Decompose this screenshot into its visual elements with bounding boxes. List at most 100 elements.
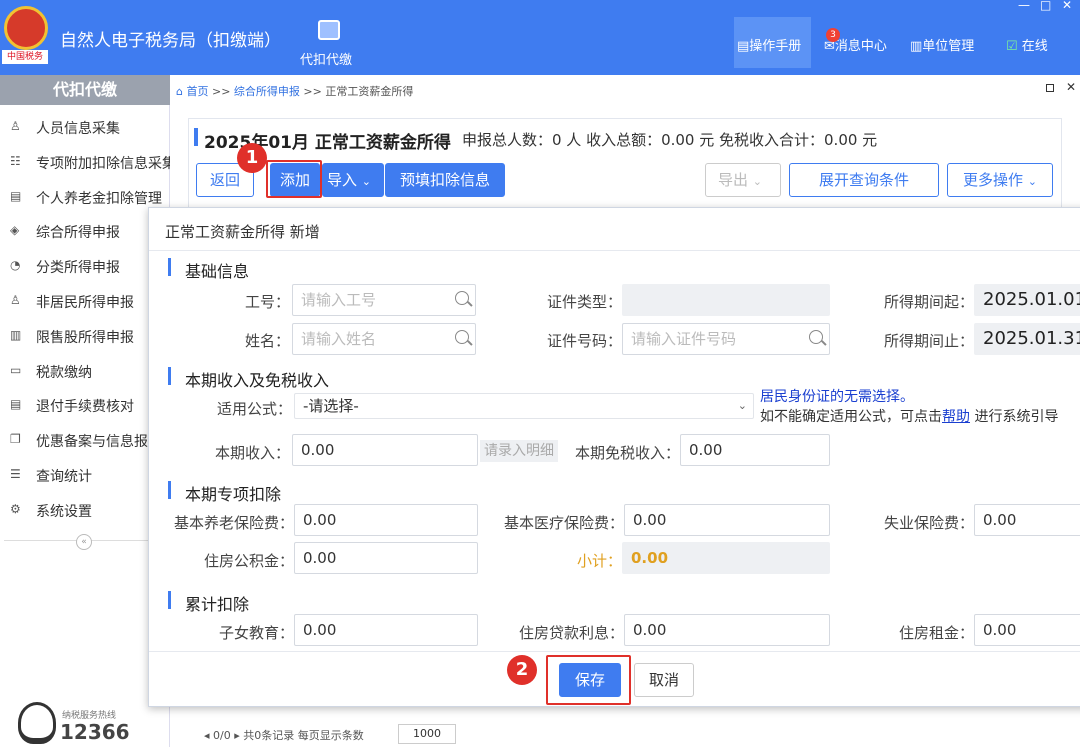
period-start-field: 2025.01.01 [974,284,1080,316]
pension-label: 基本养老保险费： [173,514,294,532]
sidebar-item[interactable]: ▥ 限售股所得申报 [0,319,170,353]
housing-fund-input[interactable]: 0.00 [294,542,478,574]
rent-input[interactable]: 0.00 [974,614,1080,646]
close-button[interactable]: ✕ [1062,0,1072,12]
rent-label: 住房租金： [898,624,974,642]
sidebar-item[interactable]: ◈ 综合所得申报 [0,214,170,248]
breadcrumb-home[interactable]: 首页 [186,85,208,98]
refund-icon: ▤ [10,397,22,412]
sidebar-item[interactable]: ▤ 退付手续费核对 [0,388,170,422]
pie-icon: ◔ [10,258,21,273]
sidebar-item-label: 查询统计 [36,469,92,485]
taxfree-input[interactable]: 0.00 [680,434,830,466]
sidebar-item-label: 非居民所得申报 [36,295,134,311]
sidebar-item[interactable]: ❐ 优惠备案与信息报告 [0,423,170,457]
hotline-number: 12366 [60,720,130,744]
unemployment-label: 失业保险费： [883,514,974,532]
sidebar-item[interactable]: ♙ 非居民所得申报 [0,284,170,318]
enter-detail-button[interactable]: 请录入明细 [480,440,558,462]
pension-input[interactable]: 0.00 [294,504,478,536]
sidebar-item[interactable]: ◔ 分类所得申报 [0,249,170,283]
add-highlight-box [266,160,322,198]
search-icon[interactable] [809,330,823,344]
sidebar-item-label: 退付手续费核对 [36,399,134,416]
unit-management-button[interactable]: ▥单位管理 [910,35,974,54]
period-end-field: 2025.01.31 [974,323,1080,355]
cancel-button[interactable]: 取消 [634,663,694,697]
tax-emblem-logo [4,6,48,50]
home-icon: ⌂ [176,85,183,98]
logo-text: 中国税务 [2,50,48,64]
name-label: 姓名： [244,332,290,350]
sidebar-item[interactable]: ☷ 专项附加扣除信息采集 [0,145,170,179]
chart-icon: ▥ [10,327,22,342]
chevron-down-icon: ⌄ [752,175,763,188]
person-outline-icon: ♙ [10,293,21,307]
restore-panel-icon[interactable] [1046,84,1054,92]
emp-no-input[interactable]: 请输入工号 [292,284,476,316]
sidebar-item[interactable]: ▭ 税款缴纳 [0,354,170,388]
dialog-title: 正常工资薪金所得 新增 [165,223,320,241]
search-icon[interactable] [455,330,469,344]
id-no-input[interactable]: 请输入证件号码 [622,323,830,355]
more-actions-button[interactable]: 更多操作 ⌄ [947,163,1053,197]
sidebar-item[interactable]: ♙ 人员信息采集 [0,110,170,144]
copy-icon: ❐ [10,432,21,447]
period-end-label: 所得期间止： [883,332,974,350]
page-size-input[interactable]: 1000 [398,724,456,744]
building-icon: ▥ [910,39,923,54]
breadcrumb-sep: >> [211,85,231,98]
taxfree-label: 本期免税收入： [574,444,680,462]
title-accent-bar [194,128,198,146]
close-panel-icon[interactable]: ✕ [1066,80,1076,94]
help-link[interactable]: 帮助 [942,409,970,425]
save-highlight-box [546,655,631,705]
section-basic-info: 基础信息 [185,262,250,281]
formula-label: 适用公式： [216,400,292,418]
dialog-divider [149,250,1080,251]
collapse-sidebar-button[interactable]: « [76,534,92,550]
sidebar-item-label: 分类所得申报 [36,260,120,277]
import-button[interactable]: 导入 ⌄ [322,163,384,197]
sidebar-item[interactable]: ☰ 查询统计 [0,458,170,492]
income-input[interactable]: 0.00 [292,434,478,466]
export-button[interactable]: 导出 ⌄ [705,163,781,197]
sidebar-item[interactable]: ▤ 个人养老金扣除管理 [0,180,170,214]
message-badge: 3 [826,28,840,42]
search-icon[interactable] [455,291,469,305]
nav-withholding[interactable]: 代扣代缴 [300,49,352,68]
unemployment-input[interactable]: 0.00 [974,504,1080,536]
folder-icon: ▭ [10,362,22,377]
wallet-icon[interactable] [318,20,340,40]
formula-hint-2: 如不能确定适用公式，可点击帮助 进行系统引导 [760,409,1059,425]
housing-fund-label: 住房公积金： [203,552,294,570]
sidebar-item-label: 综合所得申报 [36,225,120,242]
medical-input[interactable]: 0.00 [624,504,830,536]
section-income: 本期收入及免税收入 [185,371,330,390]
sidebar-item[interactable]: ⚙ 系统设置 [0,493,170,527]
manual-button[interactable]: ▤操作手册 [737,35,801,54]
formula-select[interactable]: -请选择- ⌄ [294,393,754,419]
breadcrumb-current: 正常工资薪金所得 [325,85,414,98]
headset-icon [18,702,56,744]
sidebar-item-label: 人员信息采集 [36,121,120,137]
mortgage-input[interactable]: 0.00 [624,614,830,646]
sidebar-title: 代扣代缴 [0,75,170,105]
section-marker [168,481,171,499]
maximize-button[interactable]: □ [1040,0,1051,12]
chevron-down-icon: ⌄ [1027,175,1037,188]
pager-info: ◂ 0/0 ▸ 共0条记录 每页显示条数 [204,729,364,742]
breadcrumb-comprehensive[interactable]: 综合所得申报 [234,85,300,98]
expand-query-button[interactable]: 展开查询条件 [789,163,939,197]
minimize-button[interactable]: — [1018,0,1030,12]
breadcrumb-sep: >> [303,85,322,98]
section-marker [168,367,171,385]
search-list-icon: ☰ [10,467,21,481]
prefill-deduction-button[interactable]: 预填扣除信息 [385,163,505,197]
name-input[interactable]: 请输入姓名 [292,323,476,355]
online-status: ☑ 在线 [1006,39,1048,54]
list-icon: ☷ [10,153,21,168]
child-edu-input[interactable]: 0.00 [294,614,478,646]
id-type-field [622,284,830,316]
summary-stats: 申报总人数：0 人 收入总额：0.00 元 免税收入合计：0.00 元 [462,131,878,149]
